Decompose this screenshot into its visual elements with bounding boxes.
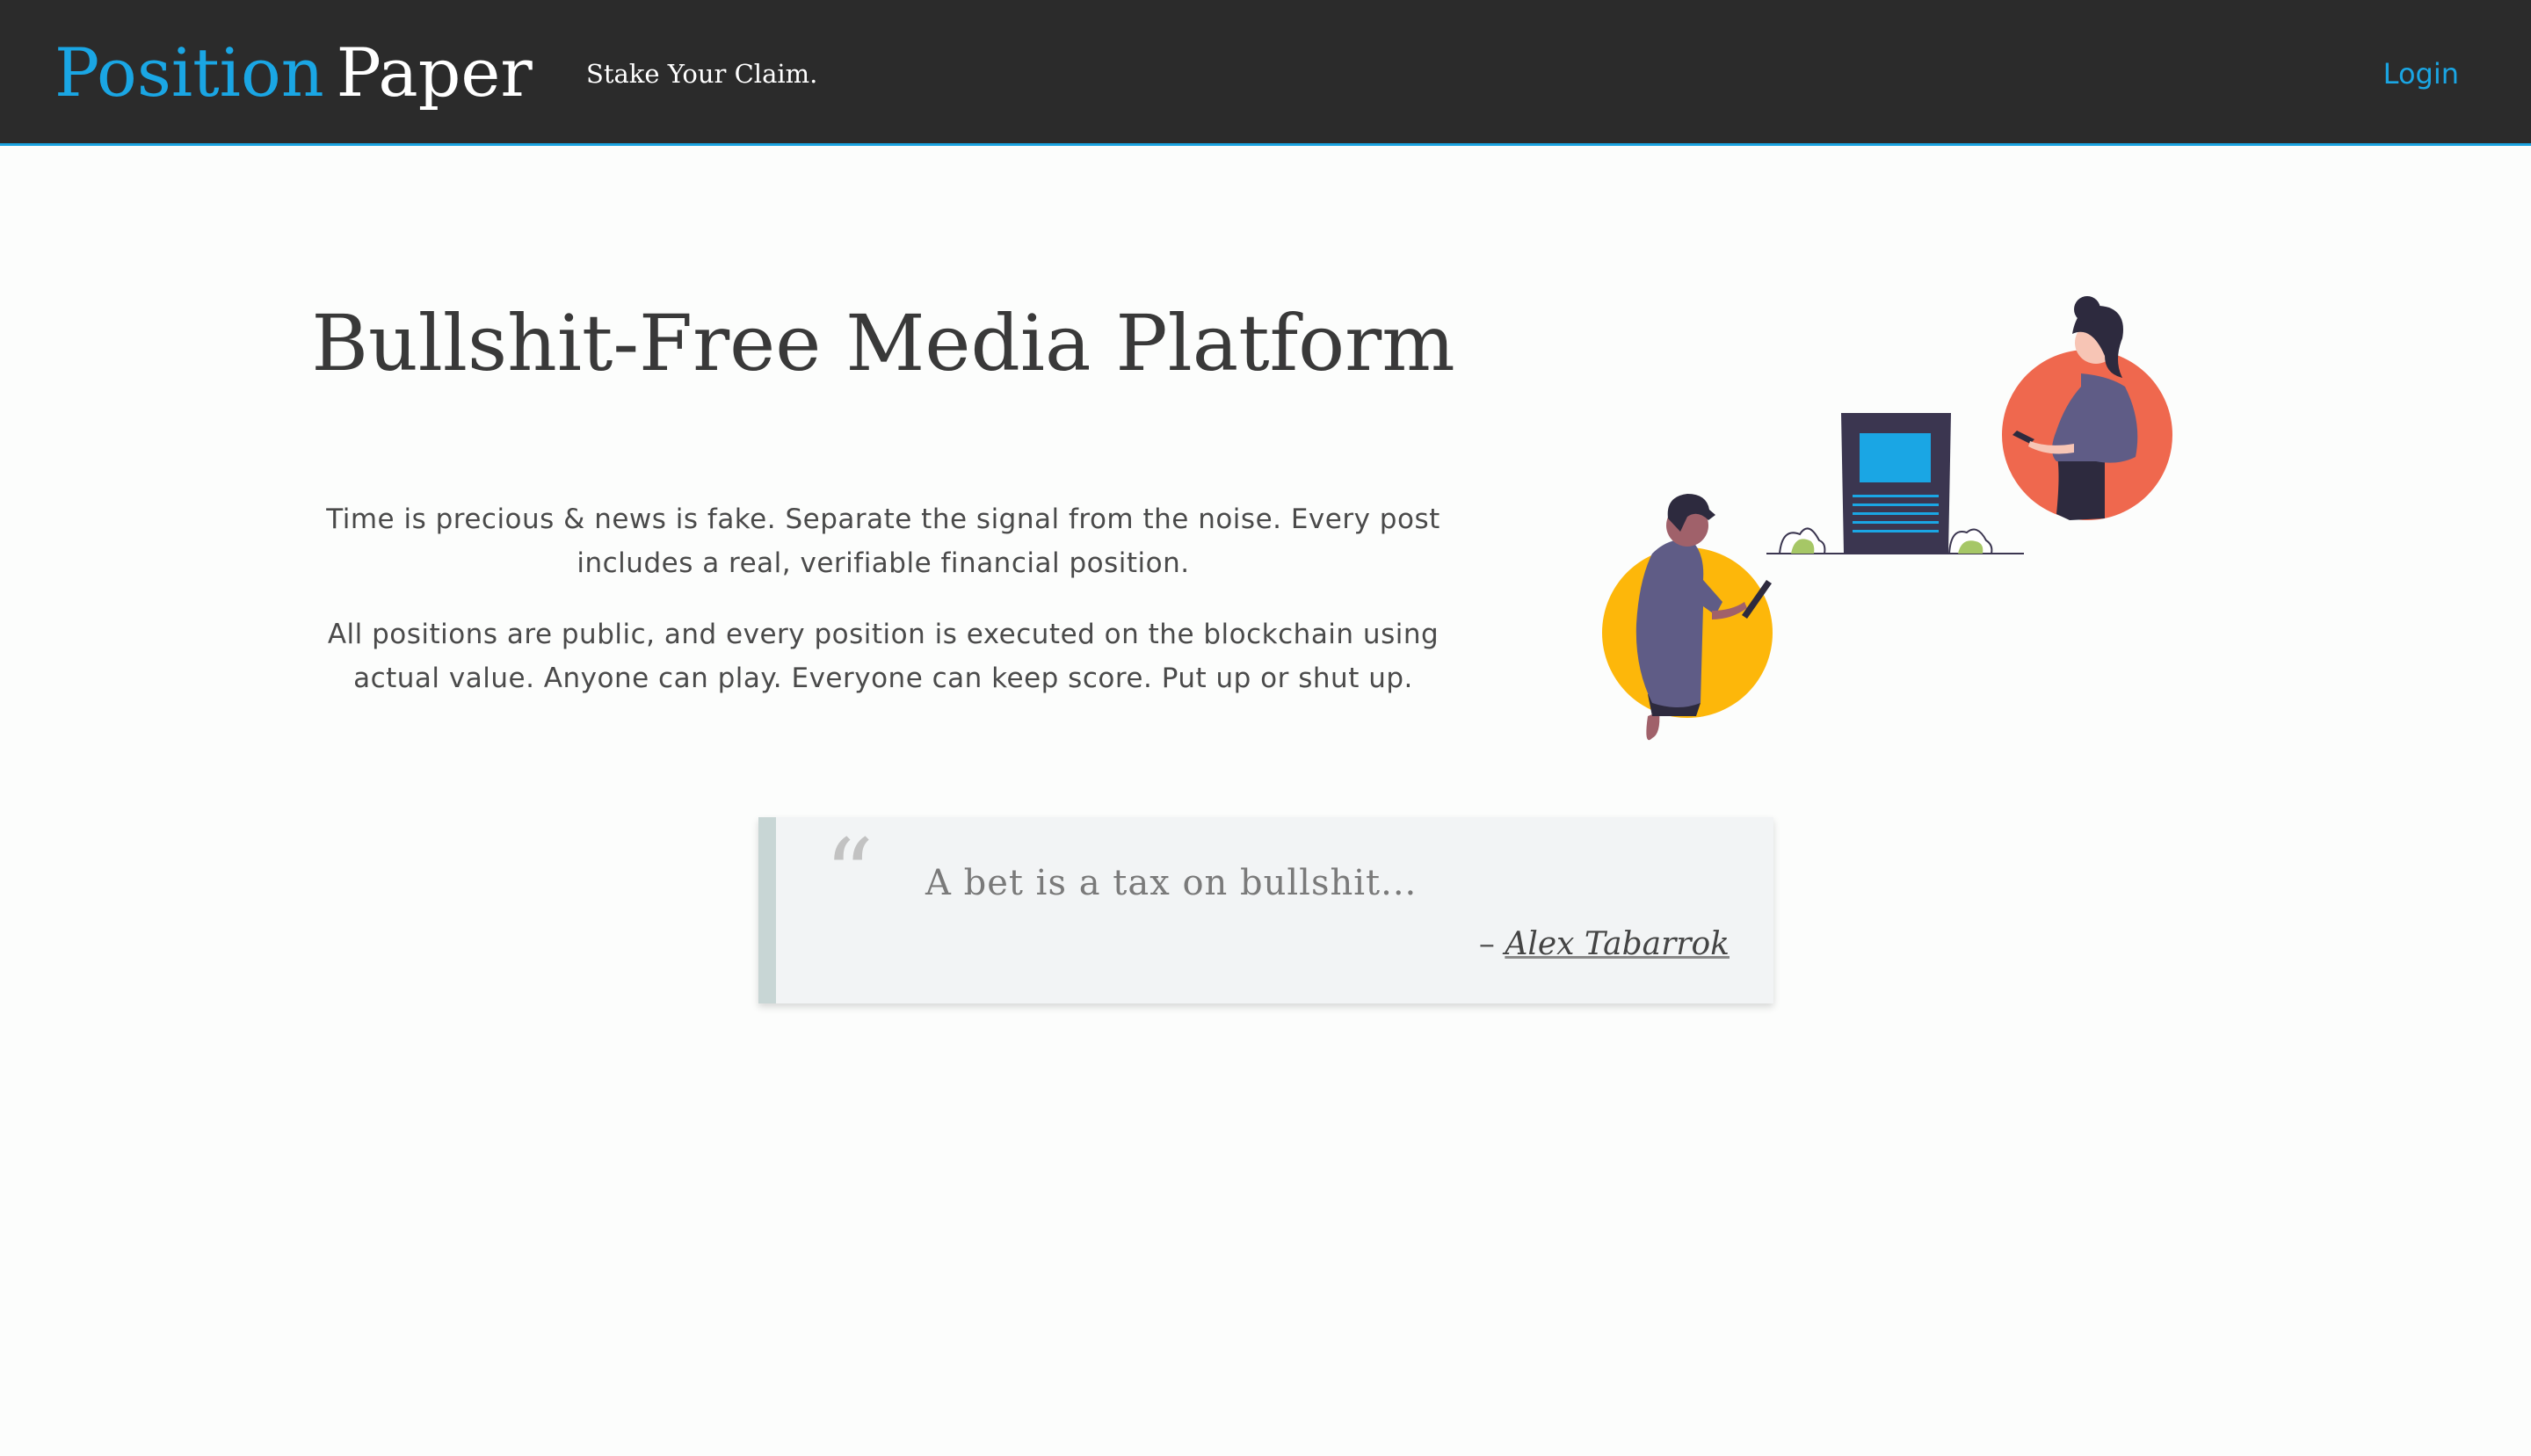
bush-right-icon xyxy=(1947,528,1993,554)
hero-paragraph-2: All positions are public, and every posi… xyxy=(327,619,1440,694)
brand-logo-part2: Paper xyxy=(336,33,533,112)
top-navbar: Position Paper Stake Your Claim. Login xyxy=(0,0,2531,146)
man-figure-icon xyxy=(1602,494,1773,741)
news-board-icon xyxy=(1841,413,1951,554)
brand-logo-part1: Position xyxy=(54,33,324,112)
login-link[interactable]: Login xyxy=(2383,54,2459,93)
quote-attribution: – Alex Tabarrok xyxy=(1479,921,1730,968)
brand-tagline: Stake Your Claim. xyxy=(586,59,818,89)
bush-left-icon xyxy=(1778,527,1826,554)
quote-text: A bet is a tax on bullshit... xyxy=(925,863,1418,903)
brand-logo[interactable]: Position Paper xyxy=(54,25,533,121)
hero-paragraph-1: Time is precious & news is fake. Separat… xyxy=(326,503,1440,579)
hero-illustration xyxy=(1602,296,2172,741)
quote-author-link[interactable]: Alex Tabarrok xyxy=(1505,926,1730,962)
attribution-dash: – xyxy=(1478,926,1495,962)
quote-card: “ A bet is a tax on bullshit... – Alex T… xyxy=(758,817,1773,1003)
woman-figure-icon xyxy=(2002,296,2172,520)
quote-mark-icon: “ xyxy=(824,818,874,931)
hero-title: Bullshit-Free Media Platform xyxy=(311,298,1455,388)
